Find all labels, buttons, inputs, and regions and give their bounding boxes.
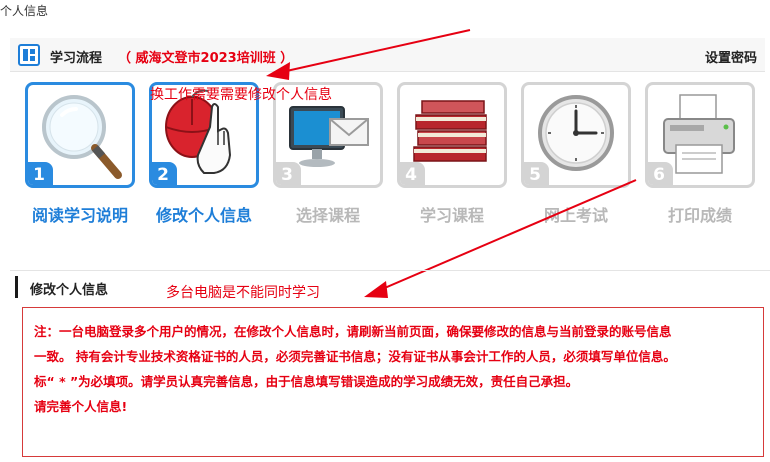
notice-line: 请完善个人信息! xyxy=(34,399,128,414)
info-header: 修改个人信息 xyxy=(10,271,770,303)
notice-box: 注：一台电脑登录多个用户的情况，在修改个人信息时，请刷新当前页面，确保要修改的信… xyxy=(22,307,764,457)
section-marker xyxy=(15,276,18,298)
notice-line: 注：一台电脑登录多个用户的情况，在修改个人信息时，请刷新当前页面，确保要修改的信… xyxy=(34,324,672,339)
arrow-line-top xyxy=(281,29,471,73)
arrow-head-top xyxy=(266,62,290,80)
personal-info-section: 修改个人信息 注：一台电脑登录多个用户的情况，在修改个人信息时，请刷新当前页面，… xyxy=(10,270,770,462)
notice-line: 标“ * ”为必填项。请学员认真完善信息，由于信息填写错误造成的学习成绩无效，责… xyxy=(34,374,579,389)
page-root: 个人信息 学习流程 （ 威海文登市2023培训班 ） 设置密码 1 阅读学习说明… xyxy=(0,0,770,462)
info-title: 修改个人信息 xyxy=(30,283,109,298)
notice-line: 一致。 持有会计专业技术资格证书的人员，必须完善证书信息；没有证书从事会计工作的… xyxy=(34,349,676,364)
